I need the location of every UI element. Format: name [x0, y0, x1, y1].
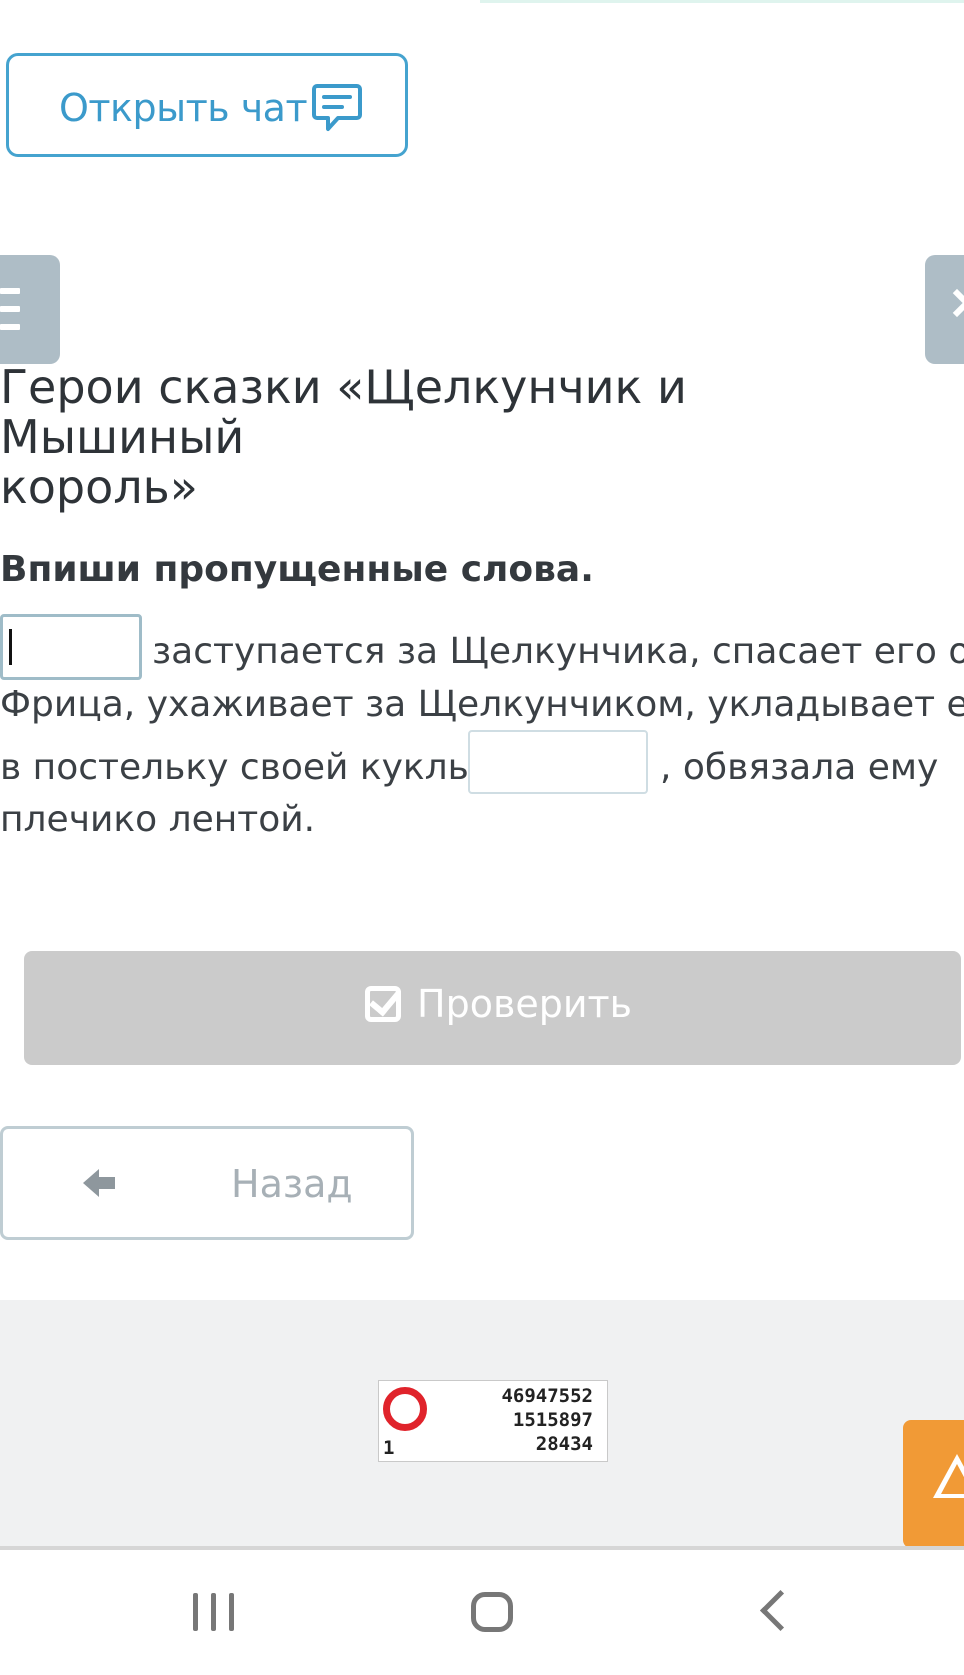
arrow-left-icon [83, 1169, 115, 1197]
back-button[interactable]: Назад [0, 1126, 414, 1240]
counter-corner: 1 [383, 1437, 395, 1459]
exercise-text-part: Фрица, ухаживает за Щелкунчиком, укладыв… [0, 684, 964, 725]
visit-counter[interactable]: 46947552 1515897 28434 1 [378, 1380, 608, 1462]
counter-logo-icon [383, 1387, 427, 1431]
home-icon[interactable] [471, 1592, 513, 1632]
answer-input-1[interactable] [0, 614, 142, 680]
counter-line-3: 28434 [535, 1433, 593, 1455]
lesson-title: Герои сказки «Щелкунчик и Мышиный король» [0, 360, 687, 514]
back-chevron-icon[interactable] [759, 1589, 802, 1632]
exercise-text-part: , обвязала ему [660, 747, 939, 788]
exercise-text-part: в постельку своей куклы [0, 747, 477, 788]
back-button-label: Назад [231, 1162, 353, 1206]
recent-apps-icon[interactable] [193, 1593, 235, 1631]
counter-line-2: 1515897 [512, 1409, 593, 1431]
check-button[interactable]: Проверить [24, 951, 961, 1065]
report-problem-button[interactable] [903, 1420, 964, 1548]
exercise-text-part: заступается за Щелкунчика, спасает его о… [152, 631, 964, 672]
menu-button[interactable] [0, 255, 60, 364]
warning-triangle-icon [933, 1454, 964, 1498]
chevron-right-icon [942, 288, 964, 318]
counter-line-1: 46947552 [501, 1385, 593, 1407]
checkbox-checked-icon [365, 983, 401, 1022]
text-cursor [9, 629, 12, 665]
check-button-label: Проверить [417, 982, 633, 1026]
task-instruction: Впиши пропущенные слова. [0, 549, 594, 590]
open-chat-button[interactable]: Открыть чат [6, 53, 408, 157]
answer-input-2[interactable] [468, 730, 648, 794]
system-navigation-bar [0, 1550, 964, 1675]
open-chat-label: Открыть чат [59, 86, 308, 130]
exercise-text-part: плечико лентой. [0, 799, 316, 840]
chat-bubble-icon [312, 84, 362, 131]
top-accent-strip [480, 0, 964, 3]
next-section-button[interactable] [925, 255, 964, 364]
